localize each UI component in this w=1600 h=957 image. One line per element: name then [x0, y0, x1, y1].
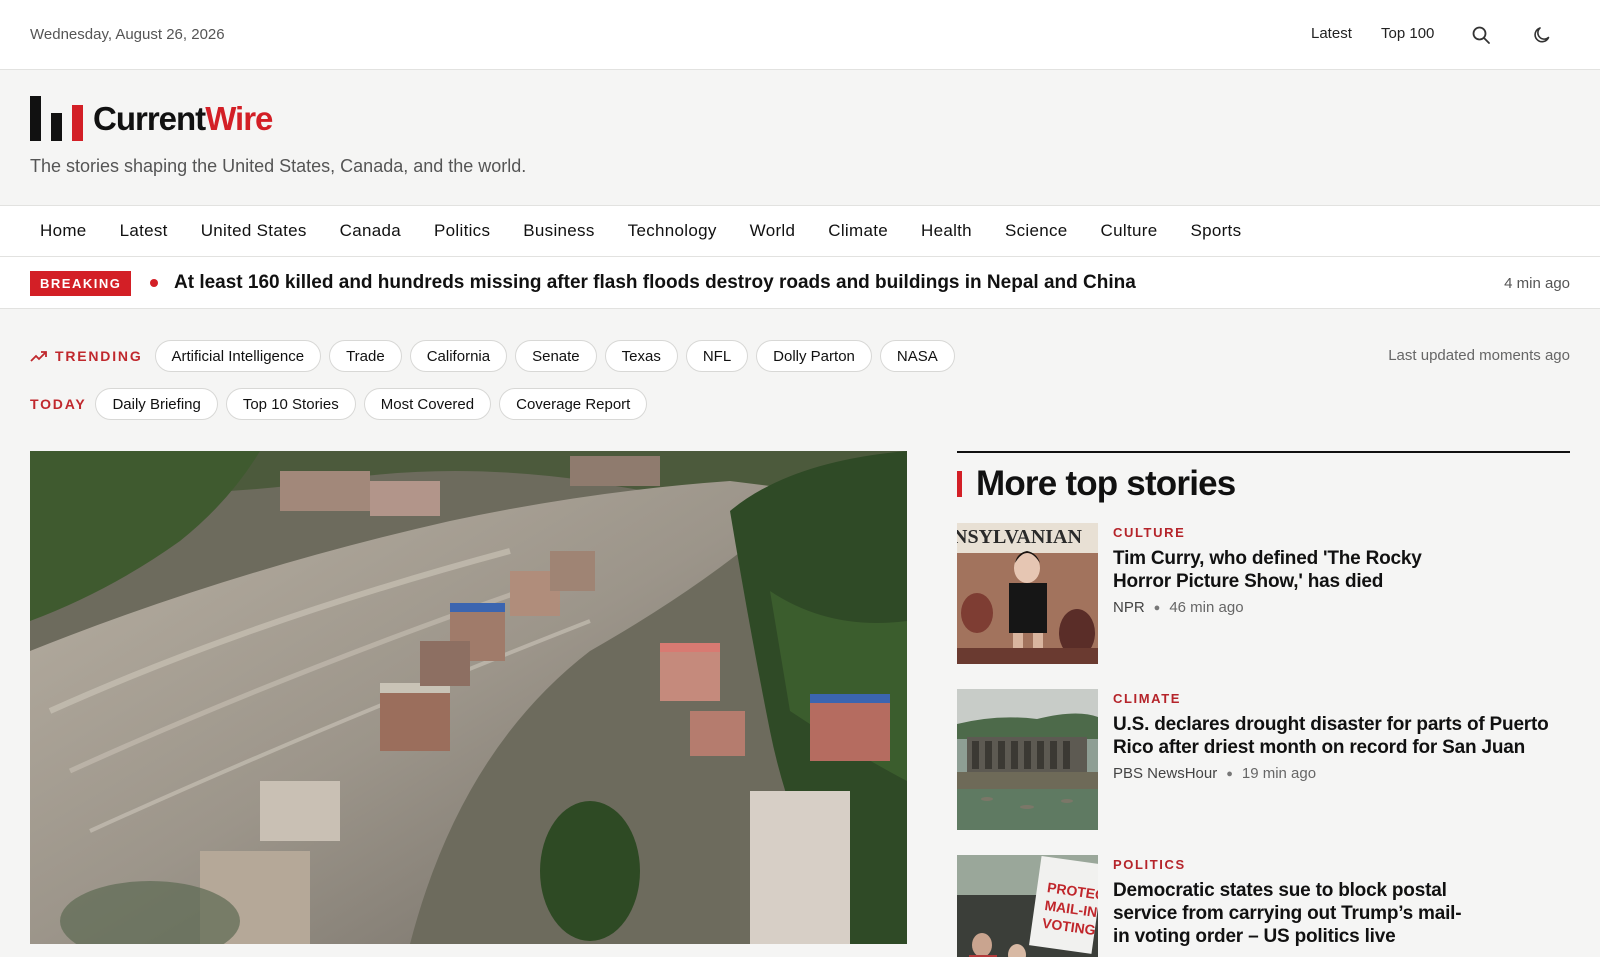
separator-dot-icon: ● — [1153, 601, 1161, 614]
breaking-time: 4 min ago — [1504, 275, 1570, 292]
nav-item-politics[interactable]: Politics — [434, 221, 490, 241]
trending-chip[interactable]: Texas — [604, 340, 678, 372]
nav-item-health[interactable]: Health — [921, 221, 972, 241]
story-source: NPR — [1113, 599, 1145, 616]
story-card[interactable]: NSYLVANIAN CULTURE Tim Curry, who define… — [957, 523, 1570, 665]
nav-item-world[interactable]: World — [750, 221, 796, 241]
story-thumbnail[interactable]: PROTEC MAIL-IN VOTING — [957, 855, 1098, 957]
story-time: 19 min ago — [1241, 765, 1317, 782]
live-dot-icon — [150, 279, 158, 287]
today-chip[interactable]: Coverage Report — [499, 388, 648, 420]
today-row: TODAY Daily Briefing Top 10 Stories Most C… — [30, 388, 655, 420]
nav-item-business[interactable]: Business — [523, 221, 594, 241]
nav-item-united-states[interactable]: United States — [201, 221, 307, 241]
sidebar-rule — [957, 451, 1570, 453]
site-tagline: The stories shaping the United States, C… — [30, 156, 527, 176]
current-date: Wednesday, August 26, 2026 — [30, 26, 225, 43]
today-chip[interactable]: Daily Briefing — [95, 388, 218, 420]
logo-mark-icon — [30, 96, 83, 141]
today-chip[interactable]: Most Covered — [363, 388, 492, 420]
hero-image[interactable] — [30, 451, 907, 944]
nav-item-sports[interactable]: Sports — [1190, 221, 1241, 241]
logo-wordmark: CurrentWire — [93, 100, 273, 137]
search-icon[interactable] — [1469, 23, 1493, 47]
latest-link[interactable]: Latest — [1311, 25, 1352, 42]
nav-item-technology[interactable]: Technology — [628, 221, 717, 241]
story-title[interactable]: Democratic states sue to block postal se… — [1113, 879, 1463, 948]
trending-row: TRENDING Artificial Intelligence Trade Cal… — [30, 340, 963, 372]
trending-chip[interactable]: Trade — [329, 340, 402, 372]
story-time: 46 min ago — [1169, 599, 1244, 616]
nav-item-home[interactable]: Home — [40, 221, 87, 241]
story-meta: PBS NewsHour ● 19 min ago — [1113, 765, 1316, 782]
heading-accent-bar — [957, 471, 962, 497]
today-label: TODAY — [30, 396, 87, 412]
trending-chip[interactable]: Senate — [515, 340, 597, 372]
nav-item-canada[interactable]: Canada — [340, 221, 401, 241]
moon-icon[interactable] — [1530, 23, 1554, 47]
trending-icon — [30, 351, 47, 362]
nav-item-latest[interactable]: Latest — [120, 221, 168, 241]
nav-item-climate[interactable]: Climate — [828, 221, 888, 241]
story-thumbnail[interactable]: NSYLVANIAN — [957, 523, 1098, 664]
top-utility-bar: Wednesday, August 26, 2026 Latest Top 10… — [0, 0, 1600, 70]
nav-item-culture[interactable]: Culture — [1101, 221, 1158, 241]
trending-chip[interactable]: NFL — [685, 340, 749, 372]
svg-text:NSYLVANIAN: NSYLVANIAN — [957, 526, 1082, 548]
breaking-badge: BREAKING — [30, 271, 132, 296]
story-card[interactable]: PROTEC MAIL-IN VOTING POLITICS Democrati… — [957, 855, 1570, 957]
story-category[interactable]: CULTURE — [1113, 525, 1185, 540]
section-nav: Home Latest United States Canada Politics Bus… — [0, 206, 1600, 257]
nav-item-science[interactable]: Science — [1005, 221, 1068, 241]
last-updated: Last updated moments ago — [1388, 347, 1570, 364]
sidebar-heading: More top stories — [957, 464, 1236, 504]
trending-chip[interactable]: Artificial Intelligence — [154, 340, 322, 372]
masthead: CurrentWire The stories shaping the Unit… — [0, 70, 1600, 206]
site-logo[interactable]: CurrentWire — [30, 96, 273, 141]
trending-label: TRENDING — [30, 348, 143, 364]
separator-dot-icon: ● — [1226, 767, 1233, 780]
story-category[interactable]: POLITICS — [1113, 857, 1186, 872]
top-100-link[interactable]: Top 100 — [1381, 25, 1434, 42]
breaking-news-bar[interactable]: BREAKING At least 160 killed and hundred… — [0, 257, 1600, 309]
story-meta: NPR ● 46 min ago — [1113, 599, 1244, 616]
trending-chip[interactable]: Dolly Parton — [756, 340, 872, 372]
trending-chip[interactable]: NASA — [879, 340, 955, 372]
story-source: PBS NewsHour — [1113, 765, 1218, 782]
today-chip[interactable]: Top 10 Stories — [225, 388, 356, 420]
story-category[interactable]: CLIMATE — [1113, 691, 1181, 706]
story-title[interactable]: U.S. declares drought disaster for parts… — [1113, 713, 1568, 759]
story-title[interactable]: Tim Curry, who defined 'The Rocky Horror… — [1113, 547, 1443, 593]
story-thumbnail[interactable] — [957, 689, 1098, 830]
breaking-headline[interactable]: At least 160 killed and hundreds missing… — [174, 272, 1136, 294]
story-card[interactable]: CLIMATE U.S. declares drought disaster f… — [957, 689, 1570, 831]
trending-chip[interactable]: California — [409, 340, 508, 372]
